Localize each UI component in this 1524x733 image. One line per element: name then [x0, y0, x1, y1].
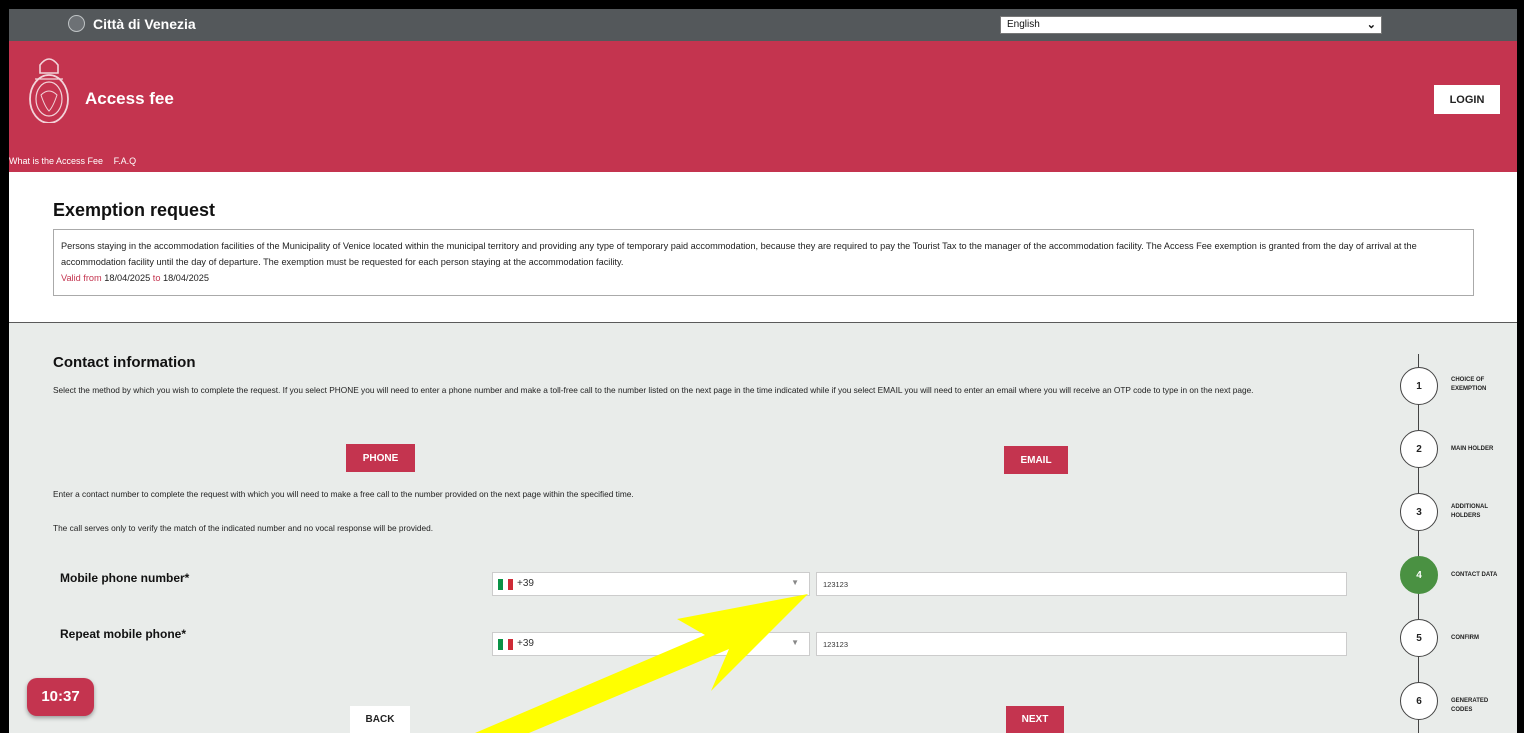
contact-title: Contact information [53, 354, 196, 371]
step-5-circle: 5 [1400, 619, 1438, 657]
repeat-phone-label: Repeat mobile phone* [60, 627, 187, 641]
call-verify-text: The call serves only to verify the match… [53, 523, 434, 533]
valid-to-label: to [152, 273, 161, 283]
step-3-circle: 3 [1400, 493, 1438, 531]
step-6-circle: 6 [1400, 682, 1438, 720]
step-4-label: CONTACT DATA [1451, 572, 1498, 578]
repeat-country-code-select[interactable]: +39 ▼ [492, 632, 810, 656]
valid-from-date: 18/04/2025 [104, 273, 151, 283]
step-2-circle: 2 [1400, 430, 1438, 468]
page-title: Exemption request [53, 200, 216, 220]
next-button[interactable]: NEXT [1006, 706, 1064, 733]
nav-item-faq[interactable]: F.A.Q [114, 156, 137, 166]
repeat-country-dial-code: +39 [517, 638, 534, 649]
language-value: English [1007, 19, 1040, 30]
city-crest-icon [68, 15, 85, 32]
session-timer: 10:37 [27, 678, 94, 716]
language-select[interactable]: English ⌄ [1000, 16, 1382, 34]
step-4-circle-active: 4 [1400, 556, 1438, 594]
valid-from-label: Valid from [61, 273, 102, 283]
email-method-button[interactable]: EMAIL [1004, 446, 1068, 474]
step-3-label: ADDITIONAL HOLDERS [1451, 504, 1488, 519]
valid-to-date: 18/04/2025 [163, 273, 210, 283]
stepper-line [1418, 354, 1419, 733]
site-header: Access fee LOGIN What is the Access Fee … [9, 41, 1517, 172]
step-1-circle: 1 [1400, 367, 1438, 405]
city-name[interactable]: Città di Venezia [93, 16, 196, 32]
caret-down-icon: ▼ [791, 638, 799, 647]
back-button[interactable]: BACK [350, 706, 410, 733]
exemption-description: Persons staying in the accommodation fac… [61, 241, 1417, 267]
contact-description: Select the method by which you wish to c… [53, 385, 1254, 395]
caret-down-icon: ▼ [791, 578, 799, 587]
exemption-section: Exemption request Persons staying in the… [9, 172, 1517, 323]
step-5-label: CONFIRM [1451, 635, 1479, 641]
site-title[interactable]: Access fee [85, 89, 174, 109]
nav-item-what-is[interactable]: What is the Access Fee [9, 156, 103, 166]
chevron-down-icon: ⌄ [1366, 19, 1376, 31]
top-bar: Città di Venezia English ⌄ [9, 9, 1517, 41]
phone-method-button[interactable]: PHONE [346, 444, 415, 472]
browser-viewport: Città di Venezia English ⌄ Access fee LO… [9, 9, 1517, 733]
step-6-label: GENERATED CODES [1451, 698, 1489, 713]
phone-helper-text: Enter a contact number to complete the r… [53, 489, 634, 499]
city-crest-icon[interactable] [28, 51, 70, 123]
italy-flag-icon [498, 579, 513, 590]
validity-line: Valid from 18/04/2025 to 18/04/2025 [61, 270, 1466, 286]
repeat-phone-input[interactable]: 123123 [816, 632, 1347, 656]
mobile-phone-input[interactable]: 123123 [816, 572, 1347, 596]
country-dial-code: +39 [517, 578, 534, 589]
login-button[interactable]: LOGIN [1434, 85, 1500, 114]
exemption-description-box: Persons staying in the accommodation fac… [53, 229, 1474, 296]
italy-flag-icon [498, 639, 513, 650]
mobile-phone-label: Mobile phone number* [60, 571, 190, 585]
country-code-select[interactable]: +39 ▼ [492, 572, 810, 596]
step-2-label: MAIN HOLDER [1451, 446, 1494, 452]
step-1-label: CHOICE OF EXEMPTION [1451, 377, 1487, 392]
main-nav: What is the Access Fee F.A.Q [9, 156, 144, 166]
